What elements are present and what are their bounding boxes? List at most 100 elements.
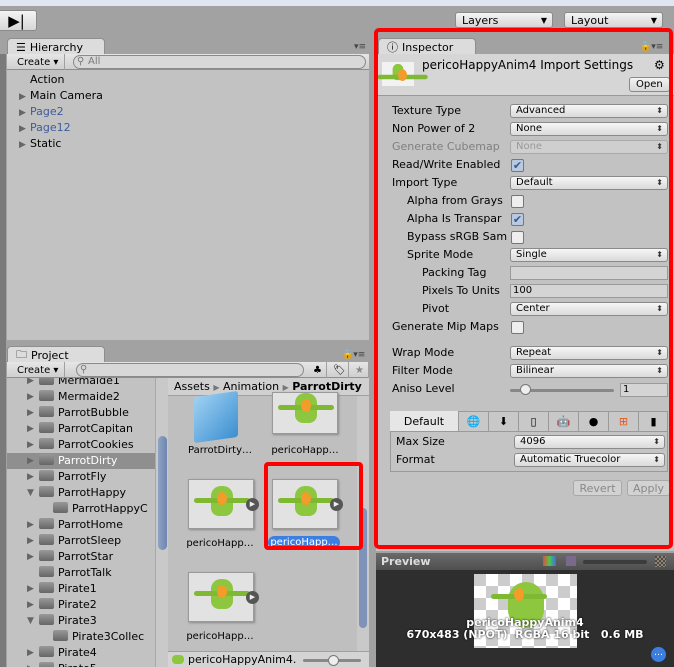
expand-arrow-icon[interactable]: ▶ (19, 137, 30, 153)
layers-dropdown[interactable]: Layers ▼ (455, 12, 553, 28)
folder-icon (39, 518, 54, 529)
folder-tree-item[interactable]: ▶ ParrotBubble (7, 405, 155, 421)
expand-arrow-icon[interactable]: ▶ (27, 437, 34, 453)
tab-project[interactable]: 🗀 Project (7, 346, 105, 363)
expand-arrow-icon[interactable]: ▶ (27, 533, 34, 549)
breadcrumb: Assets ▶ Animation ▶ ParrotDirty (168, 378, 369, 396)
folder-tree-item[interactable]: Pirate3Collec (7, 629, 155, 645)
expand-arrow-icon[interactable]: ▶ (27, 645, 34, 661)
expand-arrow-icon[interactable]: ▶ (19, 89, 30, 105)
expand-arrow-icon[interactable]: ▶ (27, 581, 34, 597)
favorites-star-icon[interactable]: ★ (349, 362, 369, 378)
asset-thumbnail-anim[interactable]: ▶ (188, 572, 259, 622)
folder-tree-item[interactable]: ▶ ParrotDirty (7, 453, 155, 469)
folder-tree-item[interactable]: ▶ Pirate5 (7, 661, 155, 667)
chevron-down-icon: ▼ (540, 15, 547, 25)
folder-tree-item[interactable]: ▶ ParrotCookies (7, 437, 155, 453)
folder-tree-item[interactable]: ▶ Mermaide2 (7, 389, 155, 405)
mip-large-icon (655, 556, 666, 567)
chevron-down-icon: ▼ (650, 15, 657, 25)
folder-icon (39, 438, 54, 449)
hierarchy-search-input[interactable]: ⚲ All (73, 55, 366, 69)
create-button[interactable]: Create ▾ (11, 54, 66, 70)
selected-asset-footer: pericoHappyAnim4. (168, 651, 369, 667)
mip-level-slider[interactable] (583, 560, 647, 564)
expand-arrow-icon[interactable]: ▶ (27, 517, 34, 533)
create-button[interactable]: Create ▾ (11, 362, 66, 378)
hierarchy-item[interactable]: ▶ Page2 (19, 104, 64, 120)
folder-label: ParrotTalk (58, 566, 112, 579)
expand-arrow-icon[interactable]: ▼ (27, 485, 34, 501)
expand-arrow-icon[interactable]: ▶ (19, 121, 30, 137)
expand-arrow-icon[interactable]: ▶ (27, 549, 34, 565)
expand-arrow-icon[interactable]: ▶ (27, 421, 34, 437)
hierarchy-item[interactable]: ▶ Static (19, 136, 61, 152)
layout-dropdown[interactable]: Layout ▼ (564, 12, 663, 28)
tree-scrollbar[interactable] (155, 378, 168, 667)
search-icon: ⚲ (77, 56, 85, 67)
folder-tree-item[interactable]: ParrotTalk (7, 565, 155, 581)
search-by-label-icon[interactable]: 🏷 (327, 362, 349, 378)
folder-icon (39, 598, 54, 609)
more-options-icon[interactable]: … (651, 647, 666, 662)
list-icon: ☰ (16, 40, 26, 54)
folder-icon (39, 646, 54, 657)
rgb-channel-icon[interactable] (543, 556, 556, 566)
expand-arrow-icon[interactable]: ▶ (27, 378, 34, 389)
animator-controller-icon[interactable] (194, 390, 238, 444)
lock-icon[interactable]: 🔒▾≡ (342, 350, 365, 360)
expand-arrow-icon[interactable]: ▼ (27, 613, 34, 629)
folder-tree-item[interactable]: ▼ ParrotHappy (7, 485, 155, 501)
create-label: Create (17, 364, 51, 376)
folder-icon (39, 550, 54, 561)
folder-tree-item[interactable]: ▶ ParrotCapitan (7, 421, 155, 437)
expand-arrow-icon[interactable]: ▶ (27, 597, 34, 613)
scrollbar-thumb[interactable] (158, 436, 167, 550)
asset-label[interactable]: pericoHapp… (265, 445, 345, 456)
selected-asset-path: pericoHappyAnim4. (188, 653, 297, 666)
hierarchy-item[interactable]: ▶ Page12 (19, 120, 71, 136)
folder-tree-item[interactable]: ▶ ParrotStar (7, 549, 155, 565)
tab-hierarchy[interactable]: ☰ Hierarchy (7, 38, 105, 55)
folder-label: Pirate2 (58, 598, 97, 611)
mip-small-icon (566, 556, 576, 566)
folder-tree-item[interactable]: ▼ Pirate3 (7, 613, 155, 629)
asset-thumbnail-anim[interactable]: ▶ (188, 479, 259, 529)
hierarchy-item-label: Page2 (30, 105, 64, 118)
folder-label: ParrotBubble (58, 406, 129, 419)
slider-knob[interactable] (328, 655, 339, 666)
folder-icon (39, 582, 54, 593)
expand-arrow-icon[interactable]: ▶ (27, 389, 34, 405)
folder-tree-item[interactable]: ▶ Pirate4 (7, 645, 155, 661)
project-search-input[interactable]: ⚲ (76, 363, 304, 377)
search-icon: ⚲ (80, 364, 88, 375)
hierarchy-item[interactable]: Action (19, 72, 64, 88)
folder-tree-item[interactable]: ▶ Pirate2 (7, 597, 155, 613)
hierarchy-item[interactable]: ▶ Main Camera (19, 88, 103, 104)
highlight-box (264, 462, 363, 550)
expand-arrow-icon[interactable]: ▶ (27, 405, 34, 421)
folder-tree-item[interactable]: ▶ ParrotFly (7, 469, 155, 485)
panel-menu-icon[interactable]: ▾≡ (354, 42, 366, 52)
expand-arrow-icon[interactable]: ▶ (27, 453, 34, 469)
asset-thumbnail-sprite[interactable] (272, 392, 338, 434)
breadcrumb-assets[interactable]: Assets (174, 380, 210, 393)
search-by-type-icon[interactable]: ♣ (307, 362, 327, 378)
expand-arrow-icon[interactable]: ▶ (27, 661, 34, 667)
folder-tree-item[interactable]: ▶ Pirate1 (7, 581, 155, 597)
asset-label[interactable]: pericoHapp… (180, 631, 260, 642)
folder-tree-item[interactable]: ▶ Mermaide1 (7, 378, 155, 389)
hierarchy-item-label: Action (30, 73, 65, 86)
folder-icon (39, 614, 54, 625)
expand-arrow-icon[interactable]: ▶ (27, 469, 34, 485)
expand-arrow-icon[interactable]: ▶ (19, 105, 30, 121)
asset-label[interactable]: ParrotDirty… (180, 445, 260, 456)
folder-tree-item[interactable]: ▶ ParrotHome (7, 517, 155, 533)
step-button[interactable]: ▶| (0, 10, 37, 31)
folder-tree-item[interactable]: ParrotHappyC (7, 501, 155, 517)
folder-icon (39, 390, 54, 401)
folder-tree-item[interactable]: ▶ ParrotSleep (7, 533, 155, 549)
folder-icon (39, 422, 54, 433)
preview-header: Preview (376, 553, 674, 570)
asset-label[interactable]: pericoHapp… (180, 538, 260, 549)
